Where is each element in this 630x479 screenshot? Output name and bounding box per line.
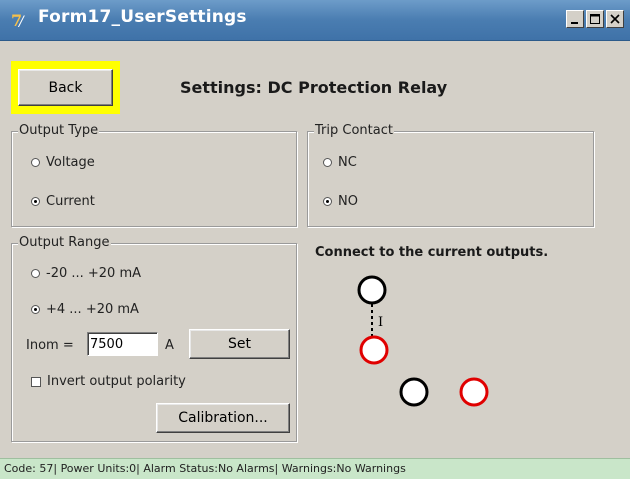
window-title: Form17_UserSettings [38, 7, 247, 27]
radio-indicator [31, 305, 40, 314]
app-logo-icon: 7 / [11, 11, 25, 30]
checkbox-label: Invert output polarity [47, 374, 186, 389]
calibration-button[interactable]: Calibration... [156, 403, 290, 433]
set-button[interactable]: Set [189, 329, 290, 359]
invert-polarity-checkbox[interactable]: Invert output polarity [31, 374, 186, 389]
radio-indicator [31, 158, 40, 167]
connection-instruction: Connect to the current outputs. [315, 245, 549, 260]
radio-label: Current [46, 194, 95, 209]
minimize-icon [571, 22, 578, 24]
trip-contact-nc-radio[interactable]: NC [323, 155, 357, 170]
terminal-black-top [357, 275, 387, 305]
output-type-title: Output Type [18, 123, 100, 138]
minimize-button[interactable] [566, 10, 584, 28]
radio-label: +4 ... +20 mA [46, 302, 139, 317]
svg-text:/: / [17, 14, 25, 30]
radio-indicator [31, 197, 40, 206]
inom-label: Inom = [26, 338, 74, 353]
output-range-4-20-radio[interactable]: +4 ... +20 mA [31, 302, 139, 317]
status-bar: Code: 57| Power Units:0| Alarm Status:No… [0, 458, 630, 479]
inom-unit-label: A [165, 338, 174, 353]
trip-contact-no-radio[interactable]: NO [323, 194, 358, 209]
radio-indicator [323, 197, 332, 206]
terminal-red-top [359, 335, 389, 365]
terminal-red-bottom [459, 377, 489, 407]
radio-indicator [323, 158, 332, 167]
output-type-voltage-radio[interactable]: Voltage [31, 155, 95, 170]
radio-label: Voltage [46, 155, 95, 170]
output-type-group: Output Type [11, 123, 297, 227]
back-button[interactable]: Back [18, 69, 113, 106]
close-button[interactable] [606, 10, 624, 28]
close-icon [610, 14, 620, 24]
maximize-button[interactable] [586, 10, 604, 28]
maximize-icon [590, 14, 600, 24]
radio-label: NO [338, 194, 358, 209]
settings-window: 7 / Form17_UserSettings Back Settings: D… [0, 0, 630, 479]
current-symbol: I [378, 315, 383, 330]
connection-diagram: I [357, 275, 489, 407]
output-range-bipolar-radio[interactable]: -20 ... +20 mA [31, 266, 141, 281]
radio-indicator [31, 269, 40, 278]
back-button-highlight: Back [11, 61, 120, 114]
trip-contact-group: Trip Contact [307, 123, 594, 227]
radio-label: -20 ... +20 mA [46, 266, 142, 281]
status-text: Code: 57| Power Units:0| Alarm Status:No… [4, 462, 406, 475]
radio-label: NC [338, 155, 357, 170]
checkbox-indicator [31, 376, 41, 387]
trip-contact-title: Trip Contact [314, 123, 394, 138]
terminal-black-bottom [399, 377, 429, 407]
page-title: Settings: DC Protection Relay [180, 78, 448, 97]
output-range-title: Output Range [18, 235, 111, 250]
inom-input[interactable] [87, 332, 158, 356]
output-type-current-radio[interactable]: Current [31, 194, 95, 209]
title-bar[interactable]: 7 / Form17_UserSettings [0, 0, 630, 41]
